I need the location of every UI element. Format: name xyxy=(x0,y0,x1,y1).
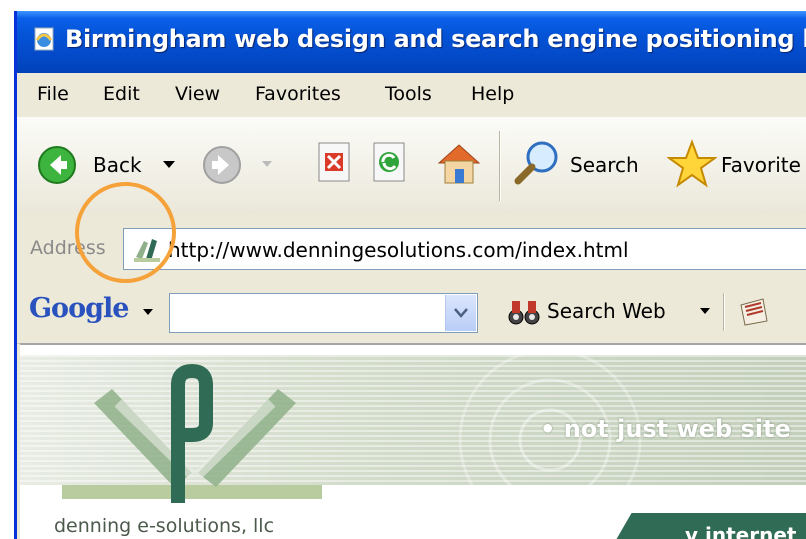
page-content: • not just web site denning e-solutions,… xyxy=(20,343,806,539)
news-icon[interactable] xyxy=(737,295,771,329)
company-name: denning e-solutions, llc xyxy=(54,515,275,537)
window-title: Birmingham web design and search engine … xyxy=(65,25,806,53)
home-icon[interactable] xyxy=(435,139,483,187)
search-icon[interactable] xyxy=(512,137,564,189)
toolbar-separator xyxy=(499,131,500,201)
forward-arrow-icon[interactable] xyxy=(202,145,242,185)
back-button[interactable]: Back xyxy=(93,153,142,177)
google-logo[interactable]: Google xyxy=(29,293,129,324)
google-toolbar: Google Search Web xyxy=(17,281,806,344)
forward-dropdown-icon[interactable] xyxy=(262,161,272,168)
menu-file[interactable]: File xyxy=(37,83,69,105)
company-logo-icon[interactable] xyxy=(42,363,342,513)
google-logo-text: Google xyxy=(29,293,129,324)
menu-edit[interactable]: Edit xyxy=(103,83,140,105)
search-web-button[interactable]: Search Web xyxy=(547,299,666,323)
site-tagline: • not just web site xyxy=(540,415,791,443)
search-button[interactable]: Search xyxy=(570,153,639,177)
menu-tools[interactable]: Tools xyxy=(385,83,432,105)
favorites-button[interactable]: Favorite xyxy=(721,153,801,177)
chevron-down-icon xyxy=(454,308,468,318)
favorites-star-icon[interactable] xyxy=(667,139,717,189)
search-web-dropdown-icon[interactable] xyxy=(700,308,710,315)
google-menu-dropdown-icon[interactable] xyxy=(143,309,153,316)
title-bar[interactable]: Birmingham web design and search engine … xyxy=(17,11,806,73)
google-search-input[interactable] xyxy=(169,293,478,333)
back-dropdown-icon[interactable] xyxy=(163,161,175,169)
menu-view[interactable]: View xyxy=(175,83,220,105)
highlight-circle xyxy=(75,182,176,283)
address-url[interactable]: http://www.denningesolutions.com/index.h… xyxy=(168,238,629,262)
internet-tab-label[interactable]: v internet xyxy=(685,523,796,539)
stop-icon[interactable] xyxy=(317,141,353,185)
back-arrow-icon[interactable] xyxy=(37,145,77,185)
address-input[interactable]: http://www.denningesolutions.com/index.h… xyxy=(123,228,806,270)
binoculars-icon[interactable] xyxy=(507,297,541,327)
menu-help[interactable]: Help xyxy=(471,83,514,105)
google-search-history-button[interactable] xyxy=(445,295,476,331)
ie-page-icon xyxy=(34,27,54,51)
menu-favorites[interactable]: Favorites xyxy=(255,83,341,105)
menu-bar: File Edit View Favorites Tools Help xyxy=(17,73,806,118)
google-toolbar-separator xyxy=(723,293,724,331)
refresh-icon[interactable] xyxy=(372,141,408,185)
